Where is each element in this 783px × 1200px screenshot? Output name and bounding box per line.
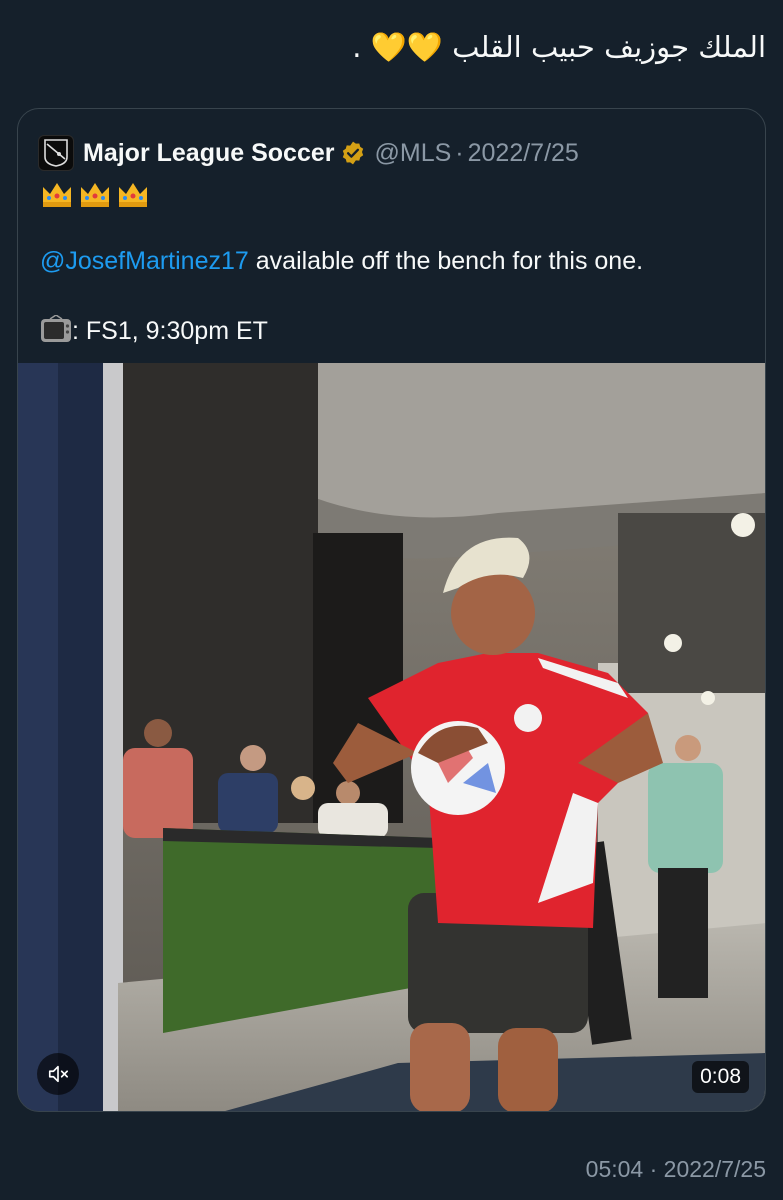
mention-link[interactable]: @JosefMartinez17 — [40, 247, 249, 275]
tweet-timestamp[interactable]: 05:04 · 2022/7/25 — [586, 1156, 766, 1183]
tweet-text-body: الملك جوزيف حبيب القلب — [452, 30, 766, 64]
television-icon — [41, 315, 71, 342]
quoted-tweet-card[interactable]: Major League Soccer @MLS · 2022/7/25 @Jo… — [17, 108, 766, 1112]
yellow-heart-icon: 💛 — [370, 30, 407, 64]
separator-dot: · — [455, 138, 464, 167]
mute-icon — [48, 1065, 68, 1083]
quoted-tweet-line-1: @JosefMartinez17 available off the bench… — [40, 247, 643, 276]
mute-button[interactable] — [37, 1053, 79, 1095]
video-duration-badge: 0:08 — [692, 1061, 749, 1093]
tweet-text-period: . — [352, 30, 362, 64]
quoted-tweet-text: available off the bench for this one. — [248, 247, 644, 275]
crown-icon — [81, 183, 109, 207]
author-handle[interactable]: @MLS — [374, 139, 451, 168]
crown-icon — [119, 183, 147, 207]
video-player[interactable]: 0:08 — [18, 363, 765, 1111]
quoted-tweet-date[interactable]: 2022/7/25 — [468, 139, 579, 168]
crown-icon — [43, 183, 71, 207]
verified-badge-icon — [340, 140, 366, 166]
video-frame — [18, 363, 765, 1111]
author-name[interactable]: Major League Soccer — [83, 139, 334, 168]
quoted-tweet-line-2: : FS1, 9:30pm ET — [40, 315, 268, 346]
mls-logo[interactable] — [38, 135, 74, 171]
quoted-tweet-header: Major League Soccer @MLS · 2022/7/25 — [38, 133, 745, 173]
tweet-text: الملك جوزيف حبيب القلب 💛💛 . — [17, 28, 766, 66]
crown-emojis — [40, 179, 154, 216]
broadcast-info: : FS1, 9:30pm ET — [72, 317, 268, 345]
yellow-heart-icon: 💛 — [406, 30, 443, 64]
